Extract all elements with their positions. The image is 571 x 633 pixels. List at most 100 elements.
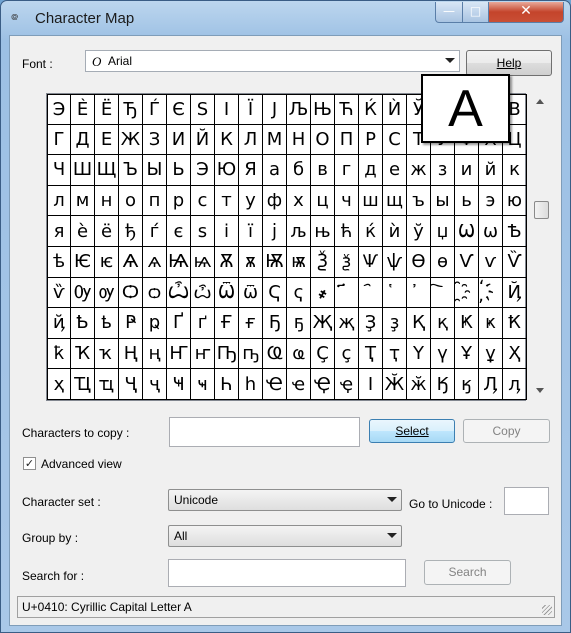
title-bar[interactable]: ᪤ Character Map — □ ✕ (1, 1, 570, 35)
character-cell[interactable]: І (215, 94, 239, 125)
character-cell[interactable]: Ұ (455, 338, 479, 370)
character-cell[interactable]: ү (431, 338, 455, 370)
character-cell[interactable]: е (383, 155, 407, 186)
character-cell[interactable]: ф (263, 185, 287, 217)
font-dropdown[interactable]: O Arial (85, 50, 460, 72)
character-cell[interactable]: ы (431, 185, 455, 217)
character-cell[interactable]: ҅ (383, 277, 407, 309)
character-cell[interactable]: ҽ (287, 369, 311, 400)
character-cell[interactable]: Ҫ (311, 338, 335, 370)
character-cell[interactable]: ң (143, 338, 167, 370)
character-cell[interactable]: Ҭ (359, 338, 383, 370)
character-cell[interactable]: ё (95, 216, 119, 247)
character-cell[interactable]: ӆ (503, 369, 527, 400)
character-cell[interactable]: Д (71, 124, 95, 156)
character-cell[interactable]: д (359, 155, 383, 186)
character-cell[interactable]: Ғ (215, 308, 239, 339)
character-cell[interactable]: Ѭ (263, 246, 287, 278)
character-cell[interactable]: џ (431, 216, 455, 247)
character-cell[interactable]: Ҍ (71, 308, 95, 339)
character-cell[interactable]: ю (503, 185, 527, 217)
character-cell[interactable]: х (287, 185, 311, 217)
character-cell[interactable]: ђ (119, 216, 143, 247)
character-cell[interactable]: м (71, 185, 95, 217)
character-cell[interactable]: Ѓ (143, 94, 167, 125)
character-cell[interactable]: ѻ (143, 277, 167, 309)
character-cell[interactable]: ъ (407, 185, 431, 217)
scroll-up-arrow-icon[interactable] (536, 99, 544, 104)
character-cell[interactable]: Ж (119, 124, 143, 156)
character-cell[interactable]: Ӆ (479, 369, 503, 400)
character-cell[interactable]: ѹ (95, 277, 119, 309)
chevron-down-icon[interactable] (387, 497, 397, 502)
character-cell[interactable]: ҈ (455, 277, 479, 309)
character-cell[interactable]: ц (311, 185, 335, 217)
character-cell[interactable]: ш (359, 185, 383, 217)
character-cell[interactable]: Ѯ (311, 246, 335, 278)
character-cell[interactable]: ѱ (383, 246, 407, 278)
character-cell[interactable]: Л (239, 124, 263, 156)
character-cell[interactable]: Ѧ (119, 246, 143, 278)
character-cell[interactable]: Ч (47, 155, 71, 186)
character-cell[interactable]: ҙ (383, 308, 407, 339)
character-cell[interactable]: ѷ (47, 277, 71, 309)
character-cell[interactable]: ҧ (239, 338, 263, 370)
character-cell[interactable]: Ҷ (119, 369, 143, 400)
character-cell[interactable]: п (143, 185, 167, 217)
character-cell[interactable]: г (335, 155, 359, 186)
search-button[interactable]: Search (424, 560, 511, 585)
grid-scrollbar[interactable] (532, 91, 550, 401)
character-cell[interactable]: Є (167, 94, 191, 125)
character-cell[interactable]: Қ (407, 308, 431, 339)
scroll-down-arrow-icon[interactable] (536, 388, 544, 393)
character-cell[interactable]: Ӏ (359, 369, 383, 400)
character-cell[interactable]: щ (383, 185, 407, 217)
character-cell[interactable]: ѯ (335, 246, 359, 278)
character-cell[interactable]: Г (47, 124, 71, 156)
character-cell[interactable]: Ҋ (503, 277, 527, 309)
character-cell[interactable]: Ґ (167, 308, 191, 339)
character-cell[interactable]: ҃ (335, 277, 359, 309)
character-cell[interactable]: Ё (95, 94, 119, 125)
character-cell[interactable]: й (479, 155, 503, 186)
character-cell[interactable]: Ҽ (263, 369, 287, 400)
character-cell[interactable]: я (47, 216, 71, 247)
character-cell[interactable]: ҍ (95, 308, 119, 339)
character-cell[interactable]: Ј (263, 94, 287, 125)
character-cell[interactable]: ѫ (239, 246, 263, 278)
character-cell[interactable]: ҕ (287, 308, 311, 339)
select-button[interactable]: Select (369, 419, 455, 443)
character-cell[interactable]: ѡ (479, 216, 503, 247)
character-cell[interactable]: э (479, 185, 503, 217)
chevron-down-icon[interactable] (387, 533, 397, 538)
character-cell[interactable]: Ҳ (503, 338, 527, 370)
character-cell[interactable]: Ѳ (407, 246, 431, 278)
help-button[interactable]: Help (466, 50, 552, 76)
character-cell[interactable]: ѝ (383, 216, 407, 247)
character-cell[interactable]: Ҹ (167, 369, 191, 400)
close-button[interactable]: ✕ (488, 2, 564, 23)
character-cell[interactable]: ҵ (95, 369, 119, 400)
minimize-button[interactable]: — (435, 2, 463, 23)
character-cell[interactable]: з (431, 155, 455, 186)
character-cell[interactable]: є (167, 216, 191, 247)
character-cell[interactable]: Ю (215, 155, 239, 186)
character-cell[interactable]: Ѷ (503, 246, 527, 278)
group-by-dropdown[interactable]: All (168, 525, 402, 547)
character-cell[interactable]: а (263, 155, 287, 186)
character-cell[interactable]: М (263, 124, 287, 156)
character-cell[interactable]: Љ (287, 94, 311, 125)
chevron-down-icon[interactable] (445, 58, 455, 63)
character-cell[interactable]: р (167, 185, 191, 217)
character-cell[interactable]: ѣ (47, 246, 71, 278)
character-cell[interactable]: Ѵ (455, 246, 479, 278)
character-cell[interactable]: ҄ (359, 277, 383, 309)
character-cell[interactable]: ҫ (335, 338, 359, 370)
character-cell[interactable]: ћ (335, 216, 359, 247)
character-cell[interactable]: ѕ (191, 216, 215, 247)
character-cell[interactable]: Р (359, 124, 383, 156)
character-cell[interactable]: Ѿ (215, 277, 239, 309)
character-cell[interactable]: Ӄ (431, 369, 455, 400)
character-cell[interactable]: ґ (191, 308, 215, 339)
character-cell[interactable]: б (287, 155, 311, 186)
